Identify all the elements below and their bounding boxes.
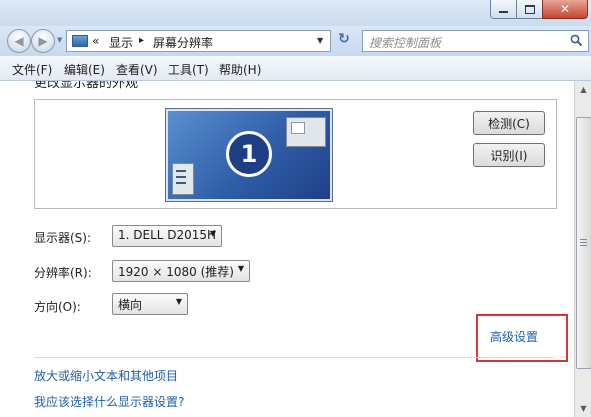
identify-button[interactable]: 识别(I) [473,143,545,167]
display-select[interactable]: 1. DELL D2015H ▼ [112,225,222,247]
chevron-down-icon: ▼ [175,297,182,306]
title-bar: ✕ [0,0,591,26]
control-panel-icon [72,35,88,47]
refresh-icon: ↻ [338,31,350,47]
divider [34,357,555,358]
recent-pages-dropdown-icon[interactable]: ▼ [57,36,62,44]
maximize-icon [524,4,535,14]
orientation-select-value: 横向 [118,298,143,312]
breadcrumb-display[interactable]: 显示 [109,34,133,51]
resolution-label: 分辨率(R): [34,266,92,280]
chevron-down-icon: ▼ [209,229,216,238]
back-button[interactable]: ◀ [7,29,31,53]
close-button[interactable]: ✕ [542,0,588,19]
close-icon: ✕ [559,2,571,16]
search-input[interactable]: 搜索控制面板 [369,34,441,51]
display-label: 显示器(S): [34,231,92,245]
menu-view[interactable]: 查看(V) [116,61,158,78]
scroll-down-icon[interactable]: ▼ [575,400,591,417]
scroll-up-icon[interactable]: ▲ [575,81,591,98]
text-size-link[interactable]: 放大或缩小文本和其他项目 [34,367,178,384]
minimize-icon [499,11,508,13]
orientation-select[interactable]: 横向 ▼ [112,293,188,315]
address-dropdown-icon[interactable]: ▼ [317,36,323,45]
resolution-select[interactable]: 1920 × 1080 (推荐) ▼ [112,260,250,282]
search-icon[interactable] [570,34,583,47]
menu-bar: 文件(F) 编辑(E) 查看(V) 工具(T) 帮助(H) [0,56,591,81]
maximize-button[interactable] [516,0,543,19]
search-box[interactable]: 搜索控制面板 [362,30,589,52]
display-settings-help-link[interactable]: 我应该选择什么显示器设置? [34,393,184,410]
monitor-1-tile[interactable]: 1 [165,108,333,202]
address-bar[interactable]: « 显示 ▸ 屏幕分辨率 ▼ [66,30,331,52]
breadcrumb-screen-resolution[interactable]: 屏幕分辨率 [153,34,213,51]
back-arrow-icon: ◀ [14,34,24,48]
window-thumbnail-icon [286,117,326,147]
vertical-scrollbar[interactable]: ▲ ▼ [574,81,591,417]
forward-button[interactable]: ▶ [31,29,55,53]
menu-help[interactable]: 帮助(H) [219,61,261,78]
advanced-settings-link[interactable]: 高级设置 [490,328,538,345]
menu-edit[interactable]: 编辑(E) [64,61,105,78]
detect-button[interactable]: 检测(C) [473,111,545,135]
page-title: 更改显示器的外观 [34,81,139,91]
taskbar-thumbnail-icon [172,163,194,195]
refresh-button[interactable]: ↻ [333,31,355,51]
monitor-preview-panel: 1 检测(C) 识别(I) [34,99,557,209]
forward-arrow-icon: ▶ [38,34,48,48]
minimize-button[interactable] [490,0,517,19]
monitor-number: 1 [226,131,272,177]
breadcrumb-overflow[interactable]: « [92,34,99,48]
orientation-label: 方向(O): [34,300,81,314]
scroll-thumb[interactable] [576,117,591,369]
menu-file[interactable]: 文件(F) [12,61,52,78]
resolution-select-value: 1920 × 1080 (推荐) [118,265,234,279]
display-select-value: 1. DELL D2015H [118,228,217,242]
chevron-down-icon: ▼ [237,264,244,273]
breadcrumb-arrow-icon[interactable]: ▸ [139,35,144,46]
navigation-bar: ◀ ▶ ▼ « 显示 ▸ 屏幕分辨率 ▼ ↻ 搜索控制面板 [0,26,591,56]
highlight-box: 高级设置 [476,314,568,362]
main-content: 更改显示器的外观 1 检测(C) 识别(I) 显示器(S): 1. DELL D… [0,81,574,417]
menu-tools[interactable]: 工具(T) [168,61,209,78]
